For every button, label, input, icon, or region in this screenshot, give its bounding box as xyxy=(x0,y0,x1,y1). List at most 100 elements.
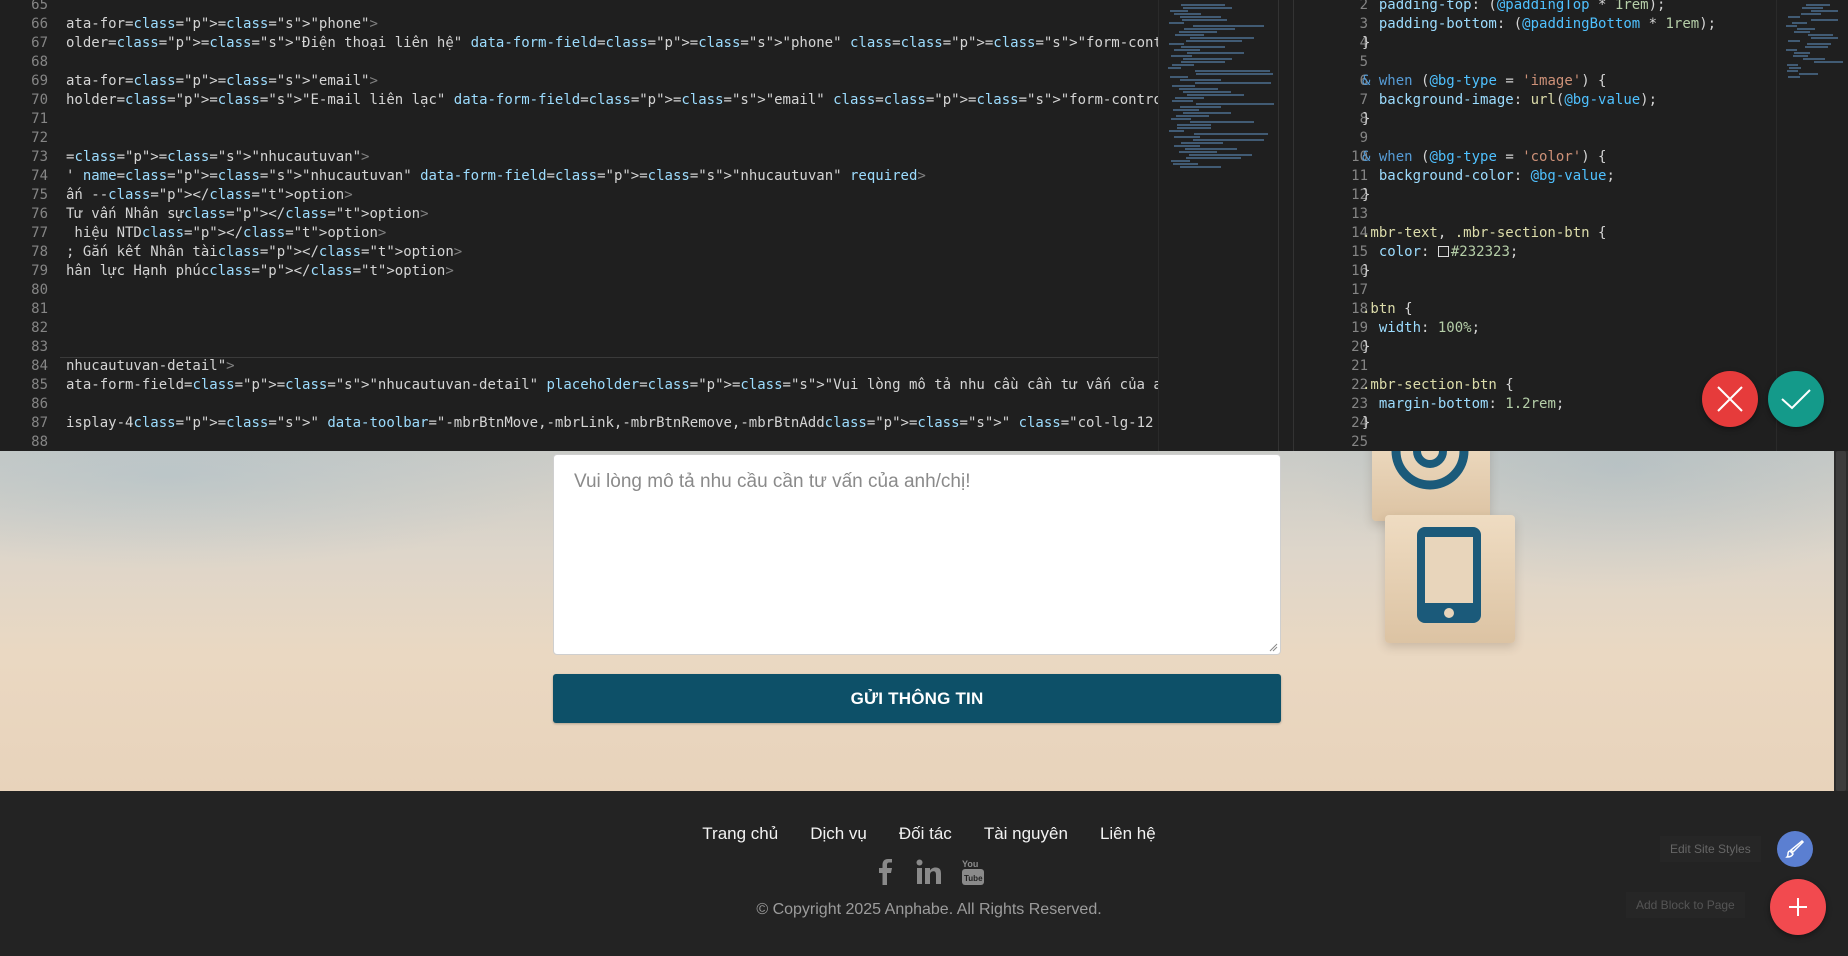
code-line[interactable]: =class="p">=class="s">"nhucautuvan"> xyxy=(66,148,1158,167)
minimap-stroke xyxy=(1179,88,1218,90)
code-line[interactable]: } xyxy=(1362,186,1716,205)
code-line[interactable]: ata-for=class="p">=class="s">"email"> xyxy=(66,72,1158,91)
code-line[interactable] xyxy=(66,53,1158,72)
minimap-stroke xyxy=(1186,40,1242,42)
code-line[interactable]: } xyxy=(1362,338,1716,357)
cancel-button[interactable] xyxy=(1702,371,1758,427)
minimap-stroke xyxy=(1811,10,1838,12)
code-line[interactable]: ' name=class="p">=class="s">"nhucautuvan… xyxy=(66,167,1158,186)
footer-link-home[interactable]: Trang chủ xyxy=(702,824,778,844)
scrollbar-thumb[interactable] xyxy=(1836,451,1846,791)
code-line[interactable]: ; Gắn kết Nhân tàiclass="p"></class="t">… xyxy=(66,243,1158,262)
code-line[interactable]: } xyxy=(1362,262,1716,281)
line-number: 3 xyxy=(1359,16,1368,32)
code-line[interactable] xyxy=(66,0,1158,15)
code-line[interactable]: holder=class="p">=class="s">"E-mail liên… xyxy=(66,91,1158,110)
code-line[interactable]: & when (@bg-type = 'color') { xyxy=(1362,148,1716,167)
code-line[interactable]: } xyxy=(1362,110,1716,129)
code-line[interactable]: & when (@bg-type = 'image') { xyxy=(1362,72,1716,91)
html-code-text[interactable]: ata-for=class="p">=class="s">"phone"> old… xyxy=(66,0,1158,451)
code-line[interactable]: } xyxy=(1362,34,1716,53)
code-line[interactable]: color: #232323; xyxy=(1362,243,1716,262)
minimap-stroke xyxy=(1174,136,1200,138)
code-line[interactable] xyxy=(66,433,1158,451)
pane-divider[interactable] xyxy=(1278,0,1294,451)
footer-link-contact[interactable]: Liên hệ xyxy=(1100,824,1156,844)
code-line[interactable]: .mbr-section-btn { xyxy=(1362,376,1716,395)
footer-link-services[interactable]: Dịch vụ xyxy=(810,824,867,844)
minimap-stroke xyxy=(1170,76,1188,78)
phone-cube-image xyxy=(1385,515,1515,643)
apply-button[interactable] xyxy=(1768,371,1824,427)
minimap-stroke xyxy=(1792,22,1807,24)
minimap-stroke xyxy=(1181,61,1225,63)
copyright-text: © Copyright 2025 Anphabe. All Rights Res… xyxy=(756,901,1102,918)
html-code-pane[interactable]: 65 66 67 68 69 70 71 72 73 74 75 76 77 78 79 80 81 82 83 84… xyxy=(0,0,1158,451)
background-blur xyxy=(0,451,560,571)
html-minimap[interactable] xyxy=(1158,0,1278,451)
consulting-detail-textarea[interactable]: Vui lòng mô tả nhu cầu cần tư vấn của an… xyxy=(553,454,1281,655)
minimap-stroke xyxy=(1170,10,1188,12)
minimap-stroke xyxy=(1787,64,1798,66)
footer-link-partners[interactable]: Đối tác xyxy=(899,824,952,844)
code-line[interactable] xyxy=(1362,53,1716,72)
minimap-stroke xyxy=(1171,55,1192,57)
css-code-text[interactable]: padding-top: (@paddingTop * 1rem); paddi… xyxy=(1362,0,1716,451)
code-line[interactable]: } xyxy=(1362,414,1716,433)
code-line[interactable] xyxy=(66,300,1158,319)
code-line[interactable]: older=class="p">=class="s">"Điện thoại l… xyxy=(66,34,1158,53)
code-line[interactable] xyxy=(66,129,1158,148)
add-block-button[interactable] xyxy=(1770,879,1826,935)
edit-site-styles-button[interactable] xyxy=(1777,831,1813,867)
code-line[interactable] xyxy=(66,338,1158,357)
line-number: 12 xyxy=(1351,187,1368,203)
code-line[interactable] xyxy=(1362,129,1716,148)
minimap-stroke xyxy=(1794,52,1810,54)
code-line[interactable] xyxy=(1362,433,1716,451)
code-line[interactable]: padding-bottom: (@paddingBottom * 1rem); xyxy=(1362,15,1716,34)
code-line[interactable]: ata-form-field=class="p">=class="s">"nhu… xyxy=(66,376,1158,395)
code-line[interactable] xyxy=(66,395,1158,414)
code-line[interactable] xyxy=(66,110,1158,129)
line-number: 23 xyxy=(1351,396,1368,412)
code-editor[interactable]: 65 66 67 68 69 70 71 72 73 74 75 76 77 78 79 80 81 82 83 84… xyxy=(0,0,1848,451)
code-line[interactable]: background-image: url(@bg-value); xyxy=(1362,91,1716,110)
youtube-icon[interactable]: You Tube xyxy=(959,858,987,886)
line-number: 67 xyxy=(31,35,48,51)
footer-link-resources[interactable]: Tài nguyên xyxy=(984,824,1068,844)
code-line[interactable]: Tư vấn Nhân sựclass="p"></class="t">opti… xyxy=(66,205,1158,224)
checkmark-icon xyxy=(1781,389,1811,410)
facebook-icon[interactable] xyxy=(871,858,899,886)
code-line[interactable]: .btn { xyxy=(1362,300,1716,319)
code-line[interactable] xyxy=(1362,205,1716,224)
minimap-stroke xyxy=(1787,70,1798,72)
line-number: 84 xyxy=(31,358,48,374)
page-scrollbar[interactable] xyxy=(1834,451,1848,791)
code-line[interactable] xyxy=(1362,281,1716,300)
code-line[interactable] xyxy=(1362,357,1716,376)
code-line[interactable]: background-color: @bg-value; xyxy=(1362,167,1716,186)
css-code-pane[interactable]: 2 3 4 5 6 7 8 9 10 11 12 13 14 15 16 17 18 19 20 21 22 23 24 25… xyxy=(1294,0,1776,451)
code-line[interactable]: margin-bottom: 1.2rem; xyxy=(1362,395,1716,414)
textarea-placeholder: Vui lòng mô tả nhu cầu cần tư vấn của an… xyxy=(574,471,971,492)
code-line[interactable]: ata-for=class="p">=class="s">"phone"> xyxy=(66,15,1158,34)
code-line[interactable]: hân lực Hạnh phúcclass="p"></class="t">o… xyxy=(66,262,1158,281)
close-icon xyxy=(1717,386,1743,412)
code-line[interactable]: hiệu NTDclass="p"></class="t">option> xyxy=(66,224,1158,243)
minimap-stroke xyxy=(1187,52,1244,54)
code-line[interactable]: padding-top: (@paddingTop * 1rem); xyxy=(1362,0,1716,15)
code-line[interactable]: ấn --class="p"></class="t">option> xyxy=(66,186,1158,205)
brush-icon xyxy=(1785,839,1805,858)
code-line[interactable] xyxy=(66,281,1158,300)
color-swatch[interactable] xyxy=(1437,246,1449,257)
code-line[interactable]: width: 100%; xyxy=(1362,319,1716,338)
resize-grip-icon[interactable] xyxy=(1268,642,1278,652)
code-line[interactable]: .mbr-text, .mbr-section-btn { xyxy=(1362,224,1716,243)
code-line[interactable]: nhucautuvan-detail"> xyxy=(66,357,1158,376)
line-number: 70 xyxy=(31,92,48,108)
code-line[interactable] xyxy=(66,319,1158,338)
code-line[interactable]: isplay-4class="p">=class="s">" data-tool… xyxy=(66,414,1158,433)
linkedin-icon[interactable] xyxy=(915,858,943,886)
line-number: 65 xyxy=(31,0,48,13)
submit-button[interactable]: GỬI THÔNG TIN xyxy=(553,674,1281,723)
